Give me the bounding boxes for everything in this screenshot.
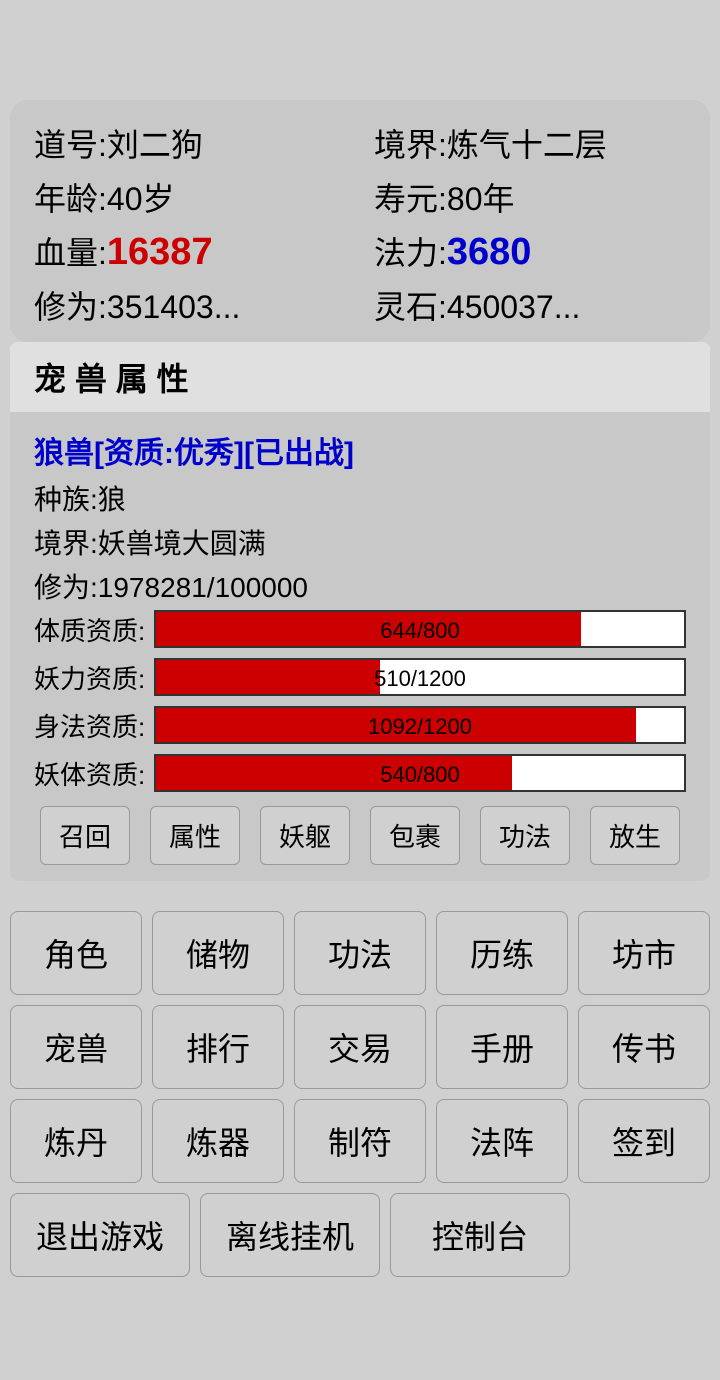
stat-bar-text: 644/800	[156, 612, 684, 648]
menu-button[interactable]: 炼器	[152, 1099, 284, 1183]
stat-bar-row: 身法资质: 1092/1200	[34, 706, 686, 744]
realm: 境界:炼气十二层	[374, 120, 686, 166]
pet-action-button[interactable]: 功法	[480, 806, 570, 865]
character-panel: 道号:刘二狗 境界:炼气十二层 年龄:40岁 寿元:80年 血量:16387 法…	[10, 100, 710, 342]
pet-action-button[interactable]: 妖躯	[260, 806, 350, 865]
stat-bar-outer: 540/800	[154, 754, 686, 792]
pet-panel: 宠 兽 属 性 狼兽[资质:优秀][已出战] 种族:狼 境界:妖兽境大圆满 修为…	[10, 342, 710, 881]
menu-button[interactable]: 储物	[152, 911, 284, 995]
pet-action-button[interactable]: 包裹	[370, 806, 460, 865]
stat-bar-row: 妖体资质: 540/800	[34, 754, 686, 792]
spirit-stones: 灵石:450037...	[374, 282, 686, 324]
stat-bar-text: 510/1200	[156, 660, 684, 696]
pet-body: 狼兽[资质:优秀][已出战] 种族:狼 境界:妖兽境大圆满 修为:1978281…	[10, 412, 710, 881]
menu-button[interactable]: 坊市	[578, 911, 710, 995]
pet-action-button[interactable]: 放生	[590, 806, 680, 865]
dao-hao: 道号:刘二狗	[34, 120, 374, 166]
menu-button[interactable]: 手册	[436, 1005, 568, 1089]
menu-row: 炼丹炼器制符法阵签到	[10, 1099, 710, 1183]
stat-bar-text: 1092/1200	[156, 708, 684, 744]
menu-button[interactable]: 交易	[294, 1005, 426, 1089]
menu-button[interactable]: 传书	[578, 1005, 710, 1089]
age: 年龄:40岁	[34, 174, 374, 220]
menu-row: 宠兽排行交易手册传书	[10, 1005, 710, 1089]
menu-button[interactable]: 法阵	[436, 1099, 568, 1183]
stat-bars: 体质资质: 644/800 妖力资质: 510/1200 身法资质: 1092/…	[34, 610, 686, 792]
menu-row: 角色储物功法历练坊市	[10, 911, 710, 995]
menu-button[interactable]: 炼丹	[10, 1099, 142, 1183]
menu-button[interactable]: 历练	[436, 911, 568, 995]
pet-name: 狼兽[资质:优秀][已出战]	[34, 428, 686, 472]
stat-bar-text: 540/800	[156, 756, 684, 792]
menu-button[interactable]: 排行	[152, 1005, 284, 1089]
menu-button[interactable]: 签到	[578, 1099, 710, 1183]
stat-bar-label: 体质资质:	[34, 611, 154, 648]
pet-action-buttons: 召回属性妖躯包裹功法放生	[34, 806, 686, 865]
lifespan: 寿元:80年	[374, 174, 686, 220]
pet-action-button[interactable]: 召回	[40, 806, 130, 865]
stat-bar-row: 体质资质: 644/800	[34, 610, 686, 648]
stat-bar-label: 身法资质:	[34, 707, 154, 744]
stat-bar-row: 妖力资质: 510/1200	[34, 658, 686, 696]
menu-button[interactable]: 制符	[294, 1099, 426, 1183]
pet-cultivation: 修为:1978281/100000	[34, 566, 686, 606]
menu-button[interactable]: 控制台	[390, 1193, 570, 1277]
stat-bar-label: 妖力资质:	[34, 659, 154, 696]
pet-action-button[interactable]: 属性	[150, 806, 240, 865]
menu-button[interactable]: 角色	[10, 911, 142, 995]
menu-row: 退出游戏离线挂机控制台	[10, 1193, 710, 1277]
stat-bar-outer: 510/1200	[154, 658, 686, 696]
pet-race: 种族:狼	[34, 478, 686, 518]
stat-bar-outer: 644/800	[154, 610, 686, 648]
blood: 血量:16387	[34, 228, 374, 274]
cultivation: 修为:351403...	[34, 282, 374, 324]
menu-button[interactable]: 退出游戏	[10, 1193, 190, 1277]
pet-panel-header: 宠 兽 属 性	[10, 342, 710, 412]
menu-button[interactable]: 宠兽	[10, 1005, 142, 1089]
stat-bar-label: 妖体资质:	[34, 755, 154, 792]
stat-bar-outer: 1092/1200	[154, 706, 686, 744]
pet-realm: 境界:妖兽境大圆满	[34, 522, 686, 562]
main-menu: 角色储物功法历练坊市宠兽排行交易手册传书炼丹炼器制符法阵签到退出游戏离线挂机控制…	[10, 911, 710, 1277]
mana: 法力:3680	[374, 228, 686, 274]
menu-button[interactable]: 功法	[294, 911, 426, 995]
menu-button[interactable]: 离线挂机	[200, 1193, 380, 1277]
